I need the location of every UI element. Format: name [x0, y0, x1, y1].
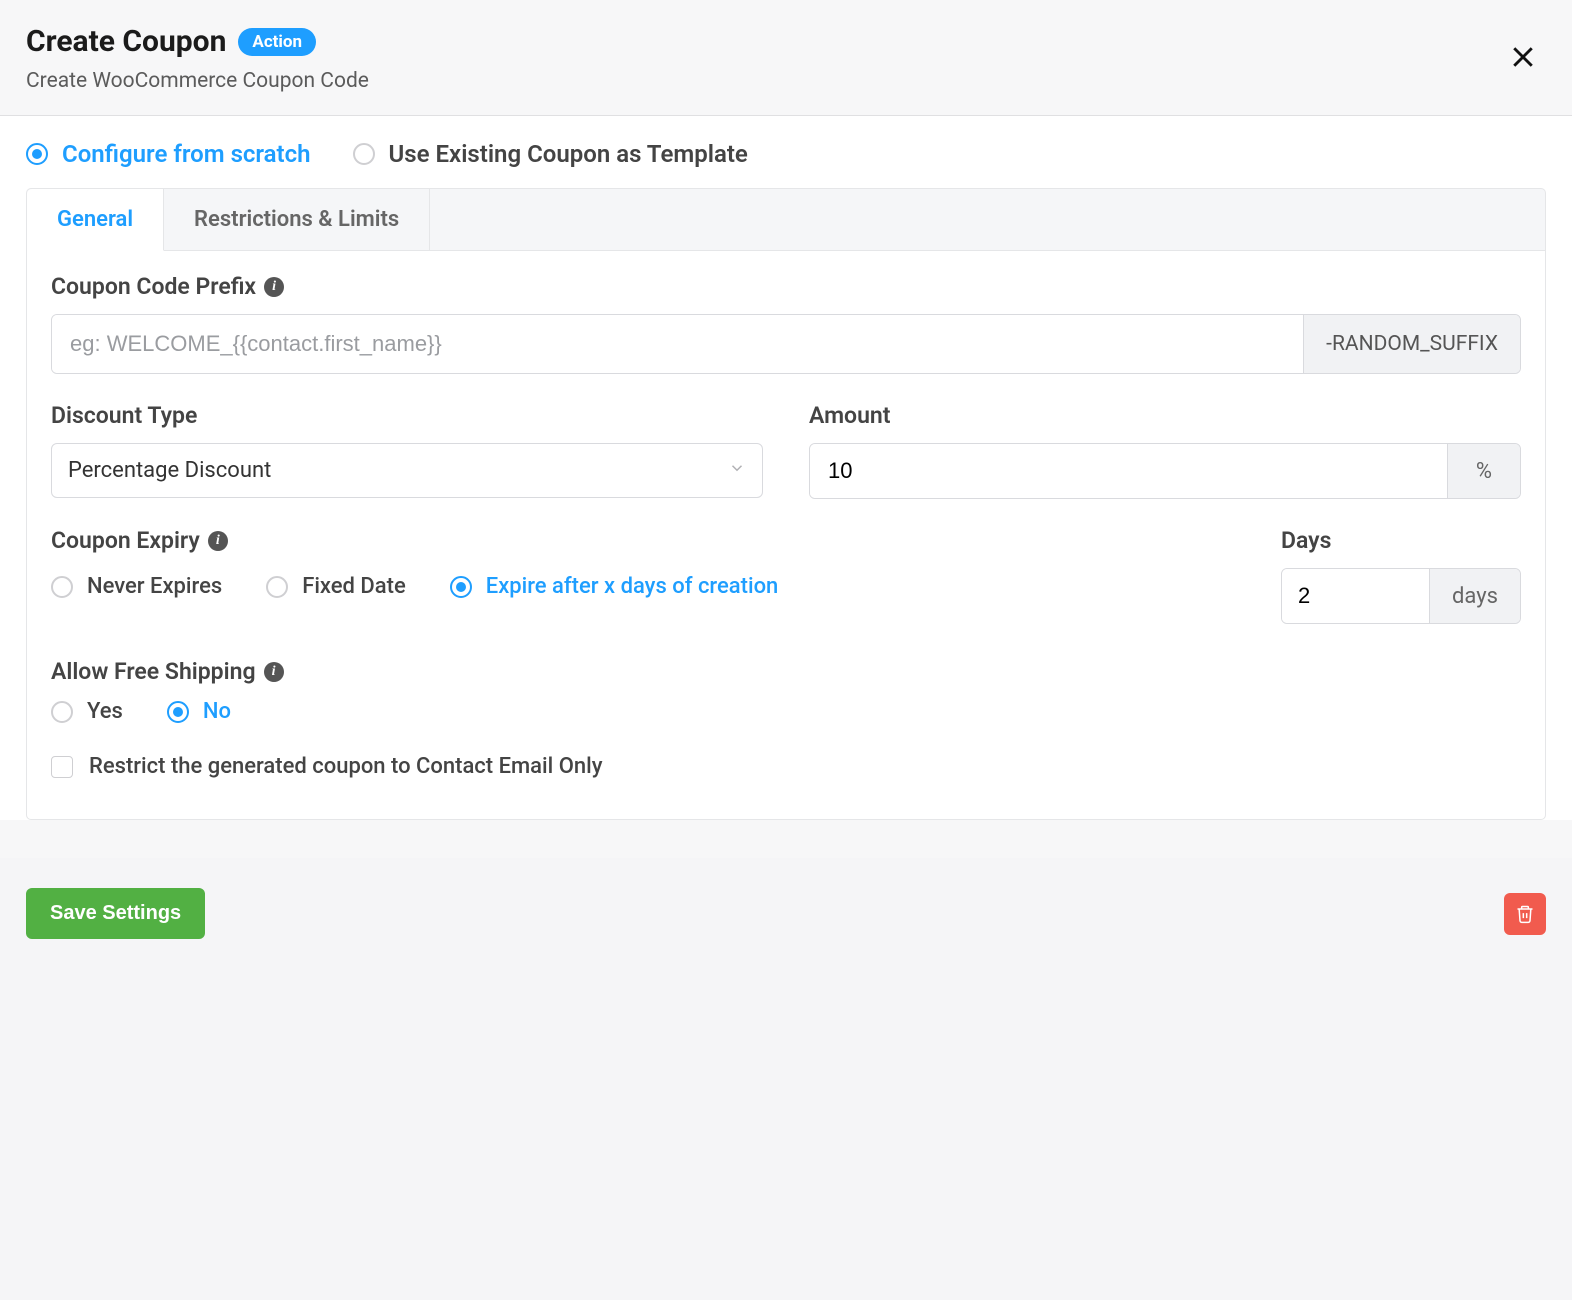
- mode-radio-group: Configure from scratch Use Existing Coup…: [26, 134, 1546, 188]
- amount-input[interactable]: [810, 444, 1447, 498]
- restrict-email-checkbox[interactable]: [51, 756, 73, 778]
- radio-shipping-yes[interactable]: Yes: [51, 699, 123, 724]
- create-coupon-modal: Create Coupon Action Create WooCommerce …: [0, 0, 1572, 975]
- modal-body: Configure from scratch Use Existing Coup…: [0, 116, 1572, 820]
- trash-icon: [1515, 904, 1535, 924]
- tab-restrictions[interactable]: Restrictions & Limits: [164, 189, 430, 250]
- general-panel: Coupon Code Prefix i -RANDOM_SUFFIX Disc…: [26, 250, 1546, 820]
- radio-use-existing-template[interactable]: Use Existing Coupon as Template: [353, 140, 748, 168]
- radio-configure-from-scratch[interactable]: Configure from scratch: [26, 140, 311, 168]
- shipping-radio-group: Yes No: [51, 699, 1521, 724]
- radio-icon: [26, 143, 48, 165]
- modal-subtitle: Create WooCommerce Coupon Code: [26, 69, 1546, 93]
- radio-icon: [353, 143, 375, 165]
- info-icon[interactable]: i: [208, 531, 228, 551]
- modal-title: Create Coupon: [26, 24, 226, 59]
- info-icon[interactable]: i: [264, 277, 284, 297]
- delete-button[interactable]: [1504, 893, 1546, 935]
- discount-type-label: Discount Type: [51, 402, 763, 429]
- expiry-left: Coupon Expiry i Never Expires Fixed Date: [51, 527, 1251, 599]
- radio-expire-after-days[interactable]: Expire after x days of creation: [450, 574, 779, 599]
- tab-bar: General Restrictions & Limits: [26, 188, 1546, 250]
- info-icon[interactable]: i: [264, 662, 284, 682]
- days-col: Days days: [1281, 527, 1521, 624]
- radio-label: Expire after x days of creation: [486, 574, 779, 599]
- prefix-label-text: Coupon Code Prefix: [51, 273, 256, 300]
- radio-icon: [266, 576, 288, 598]
- restrict-email-label: Restrict the generated coupon to Contact…: [89, 754, 603, 779]
- close-button[interactable]: [1508, 42, 1538, 78]
- radio-label: Use Existing Coupon as Template: [389, 140, 748, 168]
- radio-label: No: [203, 699, 231, 724]
- radio-label: Yes: [87, 699, 123, 724]
- radio-label: Never Expires: [87, 574, 222, 599]
- shipping-label-text: Allow Free Shipping: [51, 658, 256, 685]
- prefix-input[interactable]: [52, 315, 1303, 373]
- amount-suffix: %: [1447, 444, 1520, 498]
- days-label: Days: [1281, 527, 1521, 554]
- discount-row: Discount Type Percentage Discount Amount…: [51, 402, 1521, 499]
- modal-footer: Save Settings: [0, 858, 1572, 975]
- radio-fixed-date[interactable]: Fixed Date: [266, 574, 406, 599]
- prefix-input-group: -RANDOM_SUFFIX: [51, 314, 1521, 374]
- radio-label: Configure from scratch: [62, 140, 311, 168]
- discount-type-value: Percentage Discount: [68, 458, 271, 483]
- days-suffix: days: [1429, 569, 1520, 623]
- shipping-label: Allow Free Shipping i: [51, 658, 1521, 685]
- discount-type-select[interactable]: Percentage Discount: [51, 443, 763, 498]
- restrict-email-row: Restrict the generated coupon to Contact…: [51, 754, 1521, 779]
- expiry-label: Coupon Expiry i: [51, 527, 1251, 554]
- radio-shipping-no[interactable]: No: [167, 699, 231, 724]
- amount-input-group: %: [809, 443, 1521, 499]
- days-input-group: days: [1281, 568, 1521, 624]
- radio-icon: [167, 701, 189, 723]
- tab-general[interactable]: General: [27, 189, 164, 251]
- expiry-radio-group: Never Expires Fixed Date Expire after x …: [51, 568, 1251, 599]
- prefix-label: Coupon Code Prefix i: [51, 273, 1521, 300]
- close-icon: [1508, 42, 1538, 72]
- expiry-label-text: Coupon Expiry: [51, 527, 200, 554]
- radio-label: Fixed Date: [302, 574, 406, 599]
- modal-header: Create Coupon Action Create WooCommerce …: [0, 0, 1572, 116]
- title-row: Create Coupon Action: [26, 24, 1546, 59]
- radio-icon: [450, 576, 472, 598]
- prefix-suffix: -RANDOM_SUFFIX: [1303, 315, 1520, 373]
- action-badge: Action: [238, 28, 316, 56]
- radio-never-expires[interactable]: Never Expires: [51, 574, 222, 599]
- discount-type-col: Discount Type Percentage Discount: [51, 402, 763, 499]
- radio-icon: [51, 701, 73, 723]
- expiry-row: Coupon Expiry i Never Expires Fixed Date: [51, 527, 1521, 624]
- save-settings-button[interactable]: Save Settings: [26, 888, 205, 939]
- radio-icon: [51, 576, 73, 598]
- amount-col: Amount %: [809, 402, 1521, 499]
- chevron-down-icon: [728, 458, 746, 483]
- days-input[interactable]: [1282, 569, 1429, 623]
- amount-label: Amount: [809, 402, 1521, 429]
